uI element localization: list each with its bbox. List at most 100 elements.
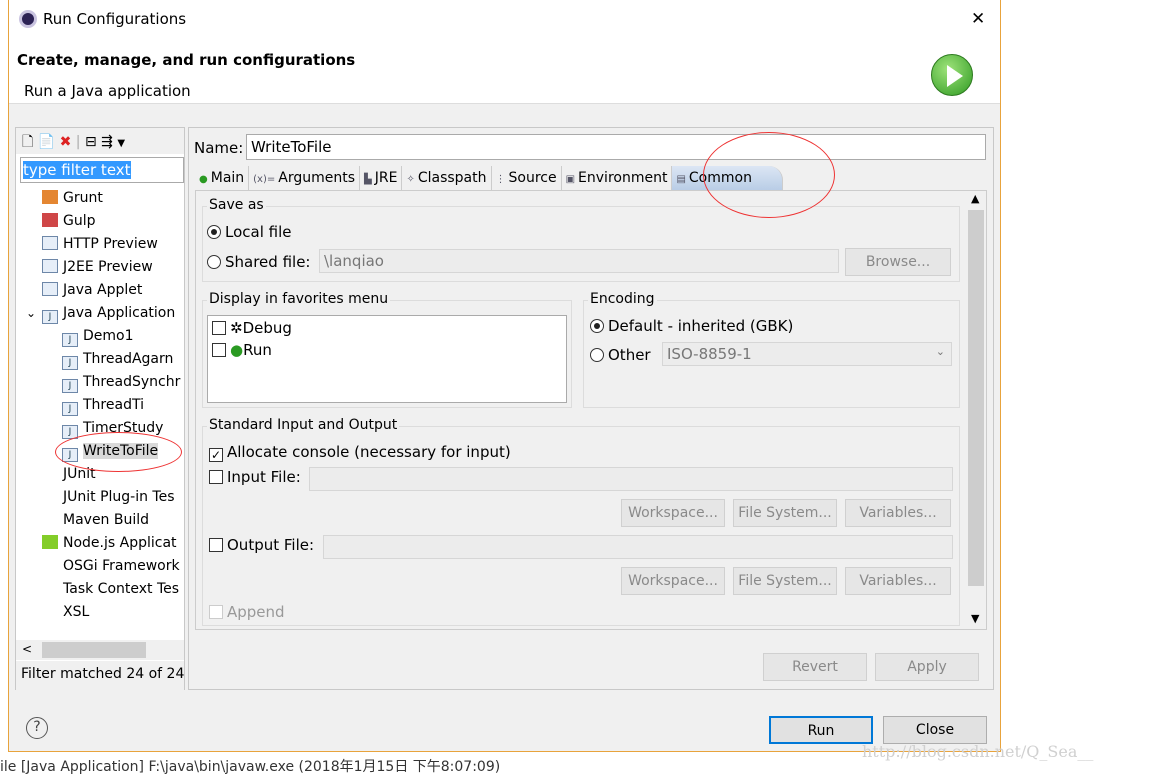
- filter-input[interactable]: type filter text: [20, 157, 184, 183]
- gulp-icon: [42, 213, 58, 227]
- header-subtitle: Run a Java application: [24, 82, 191, 100]
- output-file-checkbox[interactable]: Output File:: [209, 536, 314, 554]
- run-button[interactable]: Run: [769, 716, 873, 744]
- tab-label: Classpath: [417, 170, 487, 186]
- header-title: Create, manage, and run configurations: [17, 51, 356, 69]
- output-variables-button[interactable]: Variables...: [845, 567, 951, 595]
- stdio-group: Standard Input and Output ✓ Allocate cons…: [202, 417, 960, 626]
- close-button[interactable]: Close: [883, 716, 987, 744]
- tab-source[interactable]: ⋮ Source: [492, 166, 562, 190]
- filter-icon[interactable]: ⇶: [101, 134, 113, 150]
- close-window-button[interactable]: ✕: [971, 9, 985, 29]
- default-encoding-radio[interactable]: Default - inherited (GBK): [590, 317, 793, 335]
- duplicate-icon[interactable]: 📄: [38, 134, 55, 150]
- osgi-icon: [42, 558, 58, 572]
- output-filesystem-button[interactable]: File System...: [733, 567, 837, 595]
- shared-file-radio[interactable]: Shared file:: [207, 253, 310, 271]
- tree-item-label: Grunt: [63, 190, 103, 206]
- tree-item-label: J2EE Preview: [63, 259, 153, 275]
- tree-item[interactable]: J Demo1: [16, 325, 184, 348]
- arguments-icon: (x)=: [253, 174, 276, 185]
- input-filesystem-button[interactable]: File System...: [733, 499, 837, 527]
- vertical-scrollbar[interactable]: ▲ ▼: [966, 192, 986, 628]
- tree-item[interactable]: J ThreadSynchr: [16, 371, 184, 394]
- save-as-label: Save as: [207, 197, 266, 213]
- tab-label: Arguments: [278, 170, 356, 186]
- tree-item[interactable]: Java Applet: [16, 279, 184, 302]
- delete-icon[interactable]: ✖: [60, 134, 72, 150]
- collapse-all-icon[interactable]: ⊟: [85, 134, 97, 150]
- tree-item[interactable]: Gulp: [16, 210, 184, 233]
- tree-item-label: JUnit Plug-in Tes: [63, 489, 175, 505]
- output-file-field[interactable]: [323, 535, 953, 559]
- chevron-down-icon[interactable]: ⌄: [26, 302, 36, 325]
- server-icon: [42, 259, 58, 273]
- new-config-icon[interactable]: 🗋: [22, 134, 33, 150]
- revert-button[interactable]: Revert: [763, 653, 867, 681]
- other-encoding-radio[interactable]: Other: [590, 346, 651, 364]
- run-configurations-dialog: Run Configurations ✕ Create, manage, and…: [8, 0, 1001, 752]
- name-label: Name:: [194, 139, 244, 157]
- tree-item[interactable]: J ThreadAgarn: [16, 348, 184, 371]
- input-variables-button[interactable]: Variables...: [845, 499, 951, 527]
- tree-item[interactable]: OSGi Framework: [16, 555, 184, 578]
- tree-item[interactable]: JUnit Plug-in Tes: [16, 486, 184, 509]
- allocate-console-checkbox[interactable]: ✓ Allocate console (necessary for input): [209, 443, 511, 462]
- tree-item[interactable]: HTTP Preview: [16, 233, 184, 256]
- filter-status: Filter matched 24 of 24: [16, 661, 184, 690]
- tab-arguments[interactable]: (x)= Arguments: [249, 166, 361, 190]
- tree-item[interactable]: XSL: [16, 601, 184, 624]
- debug-icon: ✲: [230, 319, 243, 337]
- tree-item-label: Maven Build: [63, 512, 150, 528]
- save-as-group: Save as Local file Shared file: \lanqiao…: [202, 197, 960, 282]
- favorite-run[interactable]: ●Run: [212, 341, 562, 359]
- append-checkbox[interactable]: Append: [209, 603, 285, 621]
- tab-jre[interactable]: ▙ JRE: [360, 166, 403, 190]
- junit-icon: [42, 489, 58, 503]
- favorites-group: Display in favorites menu ✲Debug ●Run: [202, 291, 572, 408]
- java-app-icon: J: [62, 333, 78, 347]
- local-file-radio[interactable]: Local file: [207, 223, 292, 241]
- annotation-circle: [703, 132, 835, 218]
- output-workspace-button[interactable]: Workspace...: [621, 567, 725, 595]
- config-editor: Name: WriteToFile ● Main (x)= Arguments ▙ JRE…: [188, 127, 994, 690]
- help-button[interactable]: ?: [26, 717, 48, 739]
- tab-environment[interactable]: ▣ Environment: [562, 166, 673, 190]
- environment-icon: ▣: [565, 174, 576, 185]
- name-input[interactable]: WriteToFile: [246, 134, 986, 160]
- xsl-icon: [42, 604, 58, 618]
- horizontal-scrollbar[interactable]: <: [16, 640, 184, 660]
- config-tree-panel: 🗋 📄 ✖ | ⊟ ⇶ ▼ type filter text Grunt Gulp…: [15, 127, 185, 690]
- favorites-label: Display in favorites menu: [207, 291, 391, 307]
- tree-item[interactable]: ⌄ J Java Application: [16, 302, 184, 325]
- input-file-checkbox[interactable]: Input File:: [209, 468, 301, 486]
- input-file-field[interactable]: [309, 467, 953, 491]
- favorites-list: ✲Debug ●Run: [207, 315, 567, 403]
- tab-main[interactable]: ● Main: [195, 166, 250, 190]
- tab-label: JRE: [374, 170, 398, 186]
- tab-classpath[interactable]: ✧ Classpath: [402, 166, 492, 190]
- tree-item[interactable]: J2EE Preview: [16, 256, 184, 279]
- tree-item[interactable]: Grunt: [16, 187, 184, 210]
- input-workspace-button[interactable]: Workspace...: [621, 499, 725, 527]
- tree-item[interactable]: Node.js Applicat: [16, 532, 184, 555]
- encoding-select[interactable]: ISO-8859-1 ⌄: [662, 342, 952, 366]
- shared-file-input[interactable]: \lanqiao: [319, 249, 839, 273]
- favorite-debug[interactable]: ✲Debug: [212, 319, 562, 337]
- tree-item-label: OSGi Framework: [63, 558, 180, 574]
- java-app-icon: J: [62, 379, 78, 393]
- tree-item[interactable]: J ThreadTi: [16, 394, 184, 417]
- tree-toolbar: 🗋 📄 ✖ | ⊟ ⇶ ▼: [16, 128, 184, 154]
- maven-icon: [42, 512, 58, 526]
- main-icon: ●: [199, 174, 208, 185]
- java-app-icon: J: [62, 356, 78, 370]
- applet-icon: [42, 282, 58, 296]
- view-menu-icon[interactable]: ▼: [117, 138, 125, 149]
- browse-button[interactable]: Browse...: [845, 248, 951, 276]
- apply-button[interactable]: Apply: [875, 653, 979, 681]
- tree-item[interactable]: Maven Build: [16, 509, 184, 532]
- tree-item[interactable]: Task Context Tes: [16, 578, 184, 601]
- run-icon: [931, 54, 973, 96]
- encoding-label: Encoding: [588, 291, 657, 307]
- tab-label: Source: [508, 170, 557, 186]
